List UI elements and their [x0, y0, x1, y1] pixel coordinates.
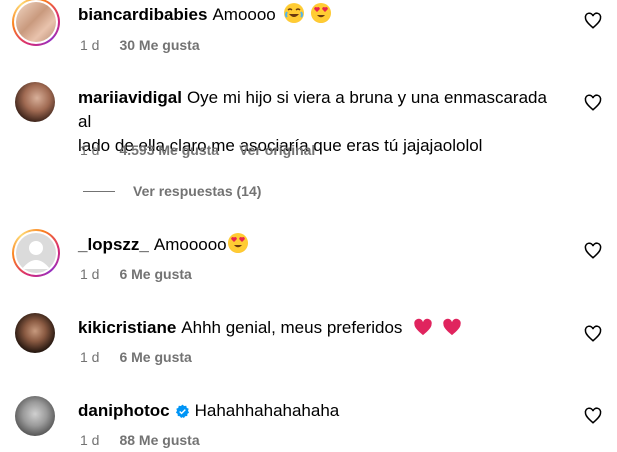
comment-username[interactable]: biancardibabies — [78, 5, 207, 24]
comment-time[interactable]: 1 d — [80, 432, 99, 448]
verified-badge-icon — [175, 404, 189, 418]
like-heart-icon[interactable] — [584, 242, 602, 260]
avatar[interactable] — [12, 229, 60, 277]
like-heart-icon[interactable] — [584, 407, 602, 425]
replies-divider — [83, 190, 115, 192]
comment-username[interactable]: daniphotoc — [78, 401, 170, 420]
comment-text: Amooooo — [153, 235, 227, 254]
like-heart-icon[interactable] — [584, 94, 602, 112]
comment-meta: 1 d 6 Me gusta — [80, 266, 212, 282]
view-replies-label: Ver respuestas (14) — [133, 183, 262, 199]
heart-eyes-emoji — [227, 233, 248, 253]
comment-meta: 1 d 30 Me gusta — [80, 37, 220, 53]
comment-meta: 1 d 88 Me gusta — [80, 432, 220, 448]
comment-body: kikicristiane Ahhh genial, meus preferido… — [78, 316, 561, 340]
like-heart-icon[interactable] — [584, 325, 602, 343]
avatar-photo — [16, 2, 56, 42]
avatar[interactable] — [15, 82, 55, 122]
comment-meta: 1 d 4.593 Me gusta Ver original — [80, 142, 315, 158]
comment-likes[interactable]: 30 Me gusta — [119, 37, 199, 53]
comment-username[interactable]: kikicristiane — [78, 318, 176, 337]
comment-username[interactable]: _lopszz_ — [78, 235, 149, 254]
comment-likes[interactable]: 6 Me gusta — [119, 266, 191, 282]
pink-heart-emoji — [414, 318, 432, 336]
comment-time[interactable]: 1 d — [80, 142, 99, 158]
see-original-link[interactable]: Ver original — [239, 142, 315, 158]
heart-eyes-emoji — [311, 3, 332, 23]
comment-body: daniphotoc Hahahhahahahaha — [78, 399, 561, 423]
avatar[interactable] — [12, 0, 60, 46]
avatar[interactable] — [15, 313, 55, 353]
comment-time[interactable]: 1 d — [80, 349, 99, 365]
comment-body: _lopszz_ Amooooo — [78, 233, 561, 257]
comment-likes[interactable]: 4.593 Me gusta — [119, 142, 219, 158]
comment-text: Ahhh genial, meus preferidos — [181, 318, 403, 337]
comment-username[interactable]: mariiavidigal — [78, 88, 182, 107]
comment-time[interactable]: 1 d — [80, 266, 99, 282]
avatar[interactable] — [15, 396, 55, 436]
default-avatar-icon — [16, 233, 56, 273]
laughing-tears-emoji — [283, 3, 304, 23]
comment-meta: 1 d 6 Me gusta — [80, 349, 212, 365]
like-heart-icon[interactable] — [584, 12, 602, 30]
comment-time[interactable]: 1 d — [80, 37, 99, 53]
view-replies-button[interactable]: Ver respuestas (14) — [83, 183, 261, 199]
comment-likes[interactable]: 6 Me gusta — [119, 349, 191, 365]
comment-text: Hahahhahahahaha — [194, 401, 340, 420]
comment-likes[interactable]: 88 Me gusta — [119, 432, 199, 448]
comment-text: Amoooo — [212, 5, 276, 24]
comment-body: biancardibabies Amoooo — [78, 3, 561, 27]
pink-heart-emoji — [443, 318, 461, 336]
